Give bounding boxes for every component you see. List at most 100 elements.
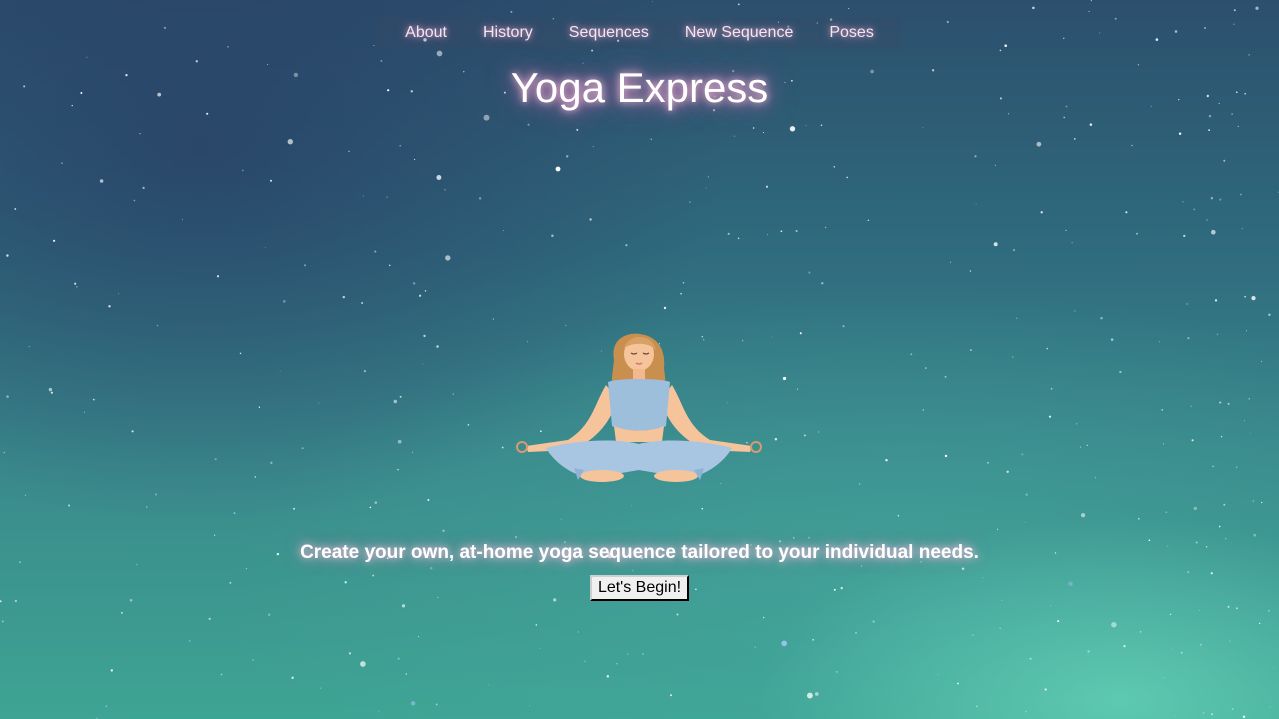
star <box>1244 295 1246 298</box>
star <box>1071 242 1073 244</box>
star <box>61 162 63 164</box>
star <box>944 375 947 378</box>
star <box>156 324 159 327</box>
star <box>397 657 400 660</box>
star <box>855 631 857 634</box>
star <box>1012 248 1016 252</box>
star <box>1208 114 1212 118</box>
star <box>950 261 952 263</box>
nav-history-link[interactable]: History <box>465 21 551 45</box>
star <box>780 230 783 233</box>
nav-sequences-link[interactable]: Sequences <box>551 21 667 45</box>
star <box>999 627 1001 630</box>
star <box>380 59 383 62</box>
star <box>1235 466 1238 469</box>
star <box>1111 621 1117 628</box>
star <box>754 646 756 648</box>
star <box>1032 6 1035 10</box>
meditating-woman-illustration <box>516 333 762 482</box>
star <box>1199 643 1202 646</box>
star <box>1006 470 1009 474</box>
star <box>478 197 482 200</box>
star <box>67 504 71 507</box>
star <box>378 711 380 713</box>
star <box>795 229 798 233</box>
star <box>616 663 618 665</box>
star <box>799 332 802 335</box>
star <box>1187 571 1190 574</box>
star <box>846 176 849 179</box>
star <box>1199 610 1200 611</box>
star <box>1187 336 1190 340</box>
star <box>146 506 148 508</box>
star <box>872 620 875 623</box>
nav-about-link[interactable]: About <box>387 21 465 45</box>
star <box>762 131 765 134</box>
star <box>216 275 220 278</box>
star <box>1162 443 1165 445</box>
star <box>818 431 820 433</box>
star <box>233 512 236 515</box>
star <box>803 434 806 437</box>
star <box>154 493 158 496</box>
star <box>435 703 438 706</box>
star <box>422 363 424 365</box>
star <box>922 127 924 129</box>
star <box>642 653 644 655</box>
star <box>1016 317 1018 319</box>
star <box>789 126 796 132</box>
star <box>1137 517 1140 520</box>
star <box>820 124 823 126</box>
star <box>3 451 6 454</box>
star <box>424 290 427 292</box>
star <box>707 176 709 178</box>
star <box>806 692 813 699</box>
star <box>188 640 191 642</box>
star <box>1231 113 1233 115</box>
star <box>824 226 827 229</box>
star <box>254 476 256 478</box>
star <box>767 234 769 236</box>
star <box>669 694 673 697</box>
star <box>1075 423 1078 425</box>
star <box>1119 370 1122 374</box>
star <box>131 430 134 433</box>
star <box>142 186 145 190</box>
star <box>814 692 819 696</box>
star <box>774 437 778 441</box>
star <box>1081 513 1086 518</box>
star <box>6 395 9 398</box>
star <box>283 300 286 303</box>
lets-begin-button[interactable]: Let's Begin! <box>589 575 690 601</box>
star <box>258 406 261 408</box>
star <box>652 0 654 2</box>
star <box>445 255 451 261</box>
star <box>1161 409 1164 411</box>
star <box>436 50 443 57</box>
nav-poses-link[interactable]: Poses <box>811 21 891 45</box>
star <box>763 616 765 619</box>
nav-new-sequence-link[interactable]: New Sequence <box>667 21 812 45</box>
star <box>1090 0 1092 2</box>
star <box>1100 316 1103 320</box>
star <box>1050 387 1053 390</box>
star <box>1086 444 1088 447</box>
star <box>1208 129 1210 131</box>
star <box>320 687 322 689</box>
star <box>1186 303 1188 305</box>
star <box>1074 138 1076 140</box>
nav-bar: About History Sequences New Sequence Pos… <box>377 18 902 49</box>
star <box>239 352 242 355</box>
star <box>1025 493 1028 496</box>
star <box>1048 415 1052 418</box>
star <box>1261 360 1263 363</box>
star <box>1267 609 1270 612</box>
star <box>133 199 136 202</box>
star <box>994 164 996 166</box>
star <box>76 286 78 288</box>
star <box>1046 347 1048 350</box>
star <box>436 175 442 180</box>
star <box>1193 506 1197 511</box>
star <box>821 282 824 285</box>
star <box>797 388 798 390</box>
